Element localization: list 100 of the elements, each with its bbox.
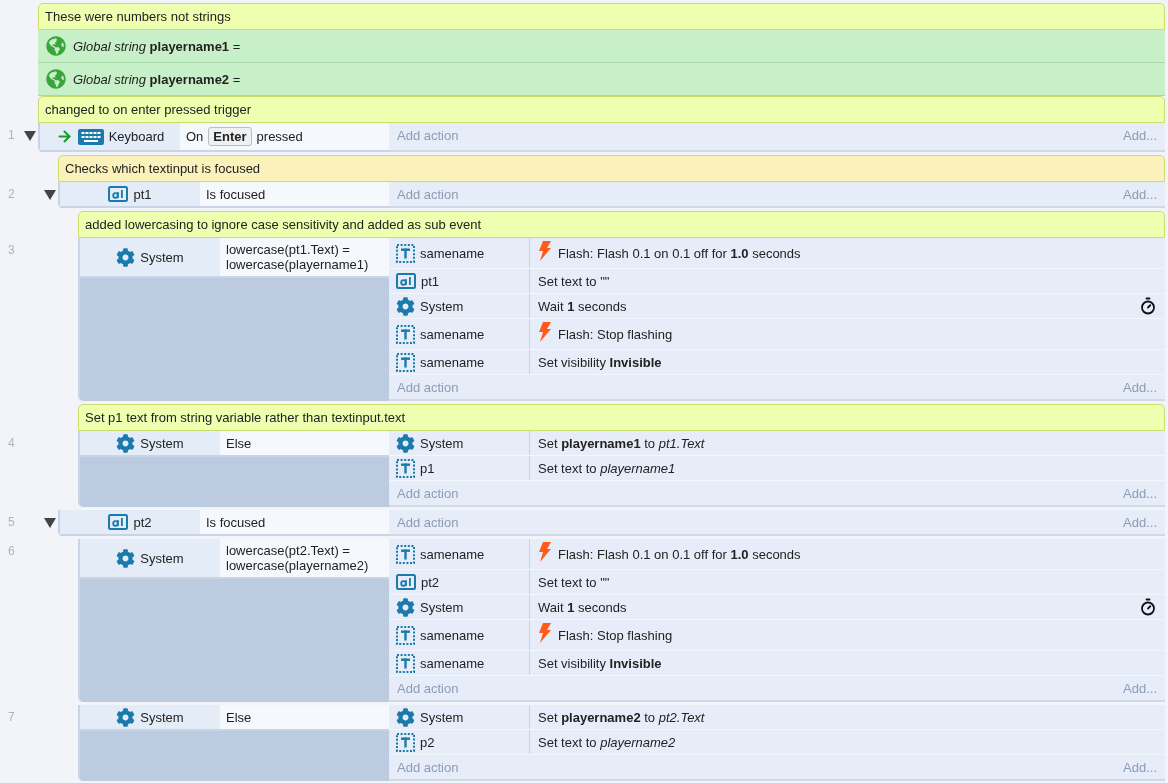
condition-area[interactable]: Else — [220, 705, 389, 729]
object-name: samename — [420, 546, 485, 562]
action-text[interactable]: Wait 1 seconds — [538, 599, 627, 615]
action-text[interactable]: Set text to playername2 — [538, 734, 676, 750]
object-name: pt1 — [421, 273, 440, 289]
action-text[interactable]: Flash: Flash 0.1 on 0.1 off for 1.0 seconds — [558, 546, 801, 562]
event-number: 1 — [7, 127, 15, 142]
object-name: System — [140, 550, 184, 566]
object-name: System — [420, 298, 464, 314]
condition-text: Is focused — [206, 186, 266, 202]
key-label: Enter — [208, 127, 252, 146]
action-text[interactable]: Set text to "" — [538, 574, 610, 590]
object-name: p1 — [420, 460, 435, 476]
action-text[interactable]: Flash: Flash 0.1 on 0.1 off for 1.0 seconds — [558, 245, 801, 261]
variable-declaration: Global string playername1 = — [73, 38, 241, 54]
object-name: System — [420, 709, 464, 725]
gear-icon — [116, 247, 136, 267]
text-object-icon — [396, 458, 415, 478]
event-number: 5 — [7, 514, 15, 529]
gear-icon — [116, 548, 136, 568]
action-text[interactable]: Set text to playername1 — [538, 460, 676, 476]
globe-icon — [46, 69, 66, 89]
text-object-icon — [396, 324, 415, 344]
object-name: Keyboard — [108, 129, 165, 144]
condition-text: Else — [226, 435, 252, 451]
condition-text: lowercase(pt2.Text) = lowercase(playername2) — [226, 543, 370, 573]
gear-icon — [396, 296, 415, 316]
action-text[interactable]: Wait 1 seconds — [538, 298, 627, 314]
event-number: 7 — [7, 709, 15, 724]
condition-text: Else — [226, 709, 252, 725]
text-object-icon — [396, 732, 415, 752]
object-name: samename — [420, 326, 485, 342]
action-text[interactable]: Set visibility Invisible — [538, 354, 662, 370]
gear-icon — [116, 433, 136, 453]
condition-object[interactable]: System — [80, 431, 220, 455]
gear-icon — [396, 433, 415, 453]
global-variable-row[interactable]: Global string playername1 = — [38, 30, 1165, 63]
condition-object[interactable]: System — [80, 238, 220, 276]
object-name: samename — [420, 354, 485, 370]
gear-icon — [116, 707, 136, 727]
comment: added lowercasing to ignore case sensitivity and added as sub event — [78, 211, 1165, 238]
text-object-icon — [396, 243, 415, 263]
condition-object[interactable]: System — [80, 705, 220, 729]
object-name: System — [140, 709, 184, 725]
object-name: samename — [420, 627, 485, 643]
text-input-icon — [108, 186, 129, 202]
condition-area[interactable]: lowercase(pt1.Text) = lowercase(playername1) — [220, 238, 389, 276]
text-object-icon — [396, 544, 415, 564]
condition-area[interactable]: lowercase(pt2.Text) = lowercase(playername2) — [220, 539, 389, 577]
action-text[interactable]: Set text to "" — [538, 273, 610, 289]
collapse-triangle[interactable] — [44, 189, 56, 201]
condition-area[interactable]: Else — [220, 431, 389, 455]
object-name: System — [420, 599, 464, 615]
keyboard-icon — [77, 128, 104, 145]
text-input-icon — [396, 574, 416, 590]
collapse-triangle[interactable] — [44, 517, 56, 529]
condition-object[interactable]: System — [80, 539, 220, 577]
object-name: samename — [420, 655, 485, 671]
condition-object[interactable]: pt2 — [60, 510, 200, 534]
text-object-icon — [396, 653, 415, 673]
comment: Set p1 text from string variable rather than textinput.text — [78, 404, 1165, 431]
action-text[interactable]: Set visibility Invisible — [538, 655, 662, 671]
variable-declaration: Global string playername2 = — [73, 71, 241, 87]
condition-text: On — [186, 129, 204, 144]
text-object-icon — [396, 625, 415, 645]
gear-icon — [396, 597, 415, 617]
condition-area[interactable]: Is focused — [200, 510, 389, 534]
globe-icon — [46, 36, 66, 56]
comment: These were numbers not strings — [38, 3, 1165, 30]
comment: Checks which textinput is focused — [58, 155, 1165, 182]
condition-object[interactable]: Keyboard — [40, 123, 180, 150]
collapse-triangle[interactable] — [24, 130, 36, 142]
text-input-icon — [396, 273, 416, 289]
global-variable-row[interactable]: Global string playername2 = — [38, 63, 1165, 96]
object-name: samename — [420, 245, 485, 261]
event-number: 6 — [7, 543, 15, 558]
event-number: 4 — [7, 435, 15, 450]
object-name: p2 — [420, 734, 435, 750]
text-input-icon — [108, 514, 129, 530]
object-name: System — [140, 249, 184, 265]
action-text[interactable]: Set playername2 to pt2.Text — [538, 709, 705, 725]
object-name: System — [140, 435, 184, 451]
text-object-icon — [396, 352, 415, 372]
comment: changed to on enter pressed trigger — [38, 96, 1165, 123]
condition-area[interactable]: On Enter pressed — [180, 123, 389, 150]
action-text[interactable]: Set playername1 to pt1.Text — [538, 435, 705, 451]
object-name: System — [420, 435, 464, 451]
condition-object[interactable]: pt1 — [60, 182, 200, 206]
action-text[interactable]: Flash: Stop flashing — [558, 326, 673, 342]
condition-text: Is focused — [206, 514, 266, 530]
action-text[interactable]: Flash: Stop flashing — [558, 627, 673, 643]
event-number: 2 — [7, 186, 15, 201]
condition-area[interactable]: Is focused — [200, 182, 389, 206]
object-name: pt2 — [133, 514, 152, 530]
condition-text: lowercase(pt1.Text) = lowercase(playername1) — [226, 242, 370, 272]
condition-text: pressed — [256, 129, 303, 144]
object-name: pt1 — [133, 186, 152, 202]
event-number: 3 — [7, 242, 15, 257]
object-name: pt2 — [421, 574, 440, 590]
gear-icon — [396, 707, 415, 727]
